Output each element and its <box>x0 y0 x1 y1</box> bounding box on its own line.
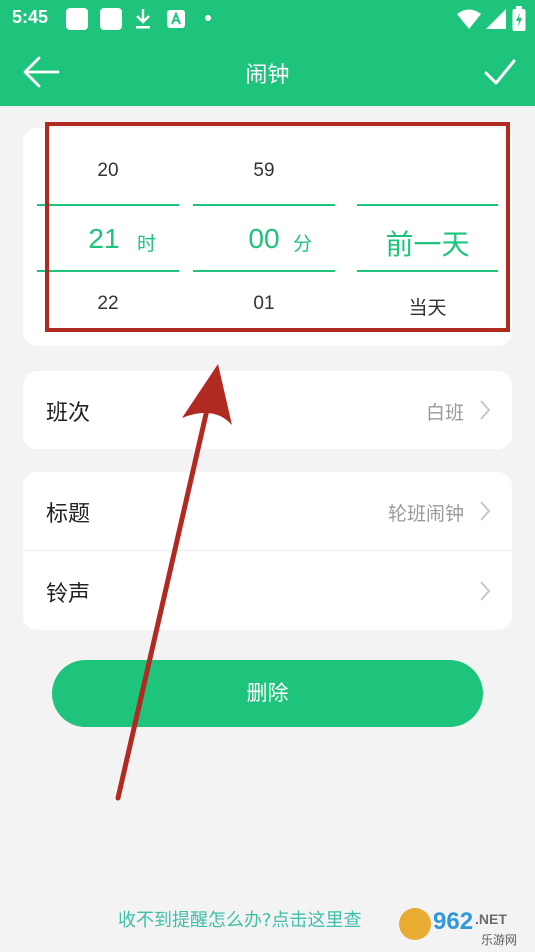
shift-row[interactable]: 班次 白班 <box>23 371 512 449</box>
download-icon <box>136 9 150 29</box>
watermark-brand: 962 <box>433 908 473 935</box>
help-link[interactable]: 收不到提醒怎么办?点击这里查 <box>118 906 362 932</box>
watermark-logo: 962 .NET 乐游网 <box>399 908 517 947</box>
title-row[interactable]: 标题 轮班闹钟 <box>23 472 512 551</box>
ringtone-label: 铃声 <box>46 582 91 607</box>
ringtone-row[interactable]: 铃声 <box>23 552 512 630</box>
row-divider <box>23 550 512 551</box>
chevron-right-icon <box>480 581 491 601</box>
notification-icon <box>100 8 122 30</box>
watermark-suffix: .NET <box>475 911 507 927</box>
details-card: 标题 轮班闹钟 铃声 <box>23 472 512 630</box>
watermark-sub: 乐游网 <box>481 933 517 947</box>
shift-label: 班次 <box>46 401 91 426</box>
title-value: 轮班闹钟 <box>387 503 464 525</box>
title-label: 标题 <box>46 502 91 527</box>
battery-icon <box>512 6 526 31</box>
title-bar: 闹钟 <box>0 38 535 106</box>
app-a-icon <box>167 10 185 28</box>
confirm-check-icon[interactable] <box>483 54 517 90</box>
wifi-icon <box>457 9 481 29</box>
signal-icon <box>486 9 506 29</box>
chevron-right-icon <box>480 501 491 521</box>
page-title: 闹钟 <box>245 63 290 88</box>
delete-button[interactable]: 删除 <box>52 660 483 727</box>
status-bar: 5:45 <box>0 0 535 38</box>
status-time: 5:45 <box>12 7 49 27</box>
chevron-right-icon <box>480 400 491 420</box>
annotation-highlight-box <box>45 122 510 332</box>
notification-icon <box>66 8 88 30</box>
shift-card: 班次 白班 <box>23 371 512 449</box>
shift-value: 白班 <box>425 402 464 424</box>
more-notifications-icon <box>205 15 211 21</box>
